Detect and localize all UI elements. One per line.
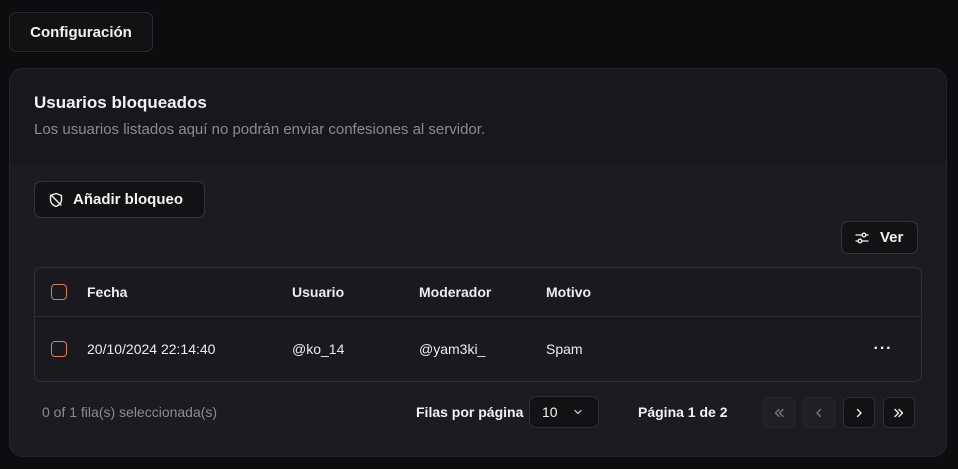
cell-usuario: @ko_14 (292, 341, 345, 357)
shield-off-icon (48, 192, 64, 208)
card-header: Usuarios bloqueados Los usuarios listado… (10, 69, 946, 165)
tab-configuracion[interactable]: Configuración (9, 12, 153, 52)
cell-moderador: @yam3ki_ (419, 341, 486, 357)
chevron-right-icon (856, 408, 862, 417)
tab-configuracion-label: Configuración (30, 23, 132, 41)
select-all-checkbox[interactable] (51, 284, 67, 300)
add-block-label: Añadir bloqueo (73, 191, 183, 208)
table-row: 20/10/2024 22:14:40 @ko_14 @yam3ki_ Spam… (35, 317, 921, 381)
rows-per-page-label: Filas por página (416, 404, 524, 420)
view-options-label: Ver (880, 229, 904, 246)
chevron-left-icon (816, 408, 822, 417)
column-header-usuario[interactable]: Usuario (292, 284, 344, 300)
rows-per-page-value: 10 (542, 404, 558, 420)
last-page-button[interactable] (883, 397, 915, 428)
column-header-fecha[interactable]: Fecha (87, 284, 127, 300)
chevrons-right-icon (894, 408, 904, 417)
chevron-down-icon (572, 406, 584, 418)
card-title: Usuarios bloqueados (34, 93, 207, 112)
add-block-button[interactable]: Añadir bloqueo (34, 181, 205, 218)
column-header-motivo[interactable]: Motivo (546, 284, 591, 300)
view-options-button[interactable]: Ver (841, 221, 918, 254)
first-page-button[interactable] (763, 397, 795, 428)
chevrons-left-icon (774, 408, 784, 417)
previous-page-button[interactable] (803, 397, 835, 428)
cell-fecha: 20/10/2024 22:14:40 (87, 341, 216, 357)
card-description: Los usuarios listados aquí no podrán env… (34, 121, 486, 138)
selection-count: 0 of 1 fila(s) seleccionada(s) (42, 404, 218, 420)
blocked-users-table: Fecha Usuario Moderador Motivo 20/10/202… (34, 267, 922, 382)
sliders-icon (854, 230, 870, 246)
rows-per-page-select[interactable]: 10 (529, 396, 599, 428)
row-select-checkbox[interactable] (51, 341, 67, 357)
cell-motivo: Spam (546, 341, 583, 357)
table-header-row: Fecha Usuario Moderador Motivo (35, 268, 921, 317)
blocked-users-card: Usuarios bloqueados Los usuarios listado… (9, 68, 947, 457)
page-indicator: Página 1 de 2 (638, 404, 728, 420)
row-actions-more-icon[interactable]: ··· (871, 339, 895, 359)
column-header-moderador[interactable]: Moderador (419, 284, 491, 300)
next-page-button[interactable] (843, 397, 875, 428)
